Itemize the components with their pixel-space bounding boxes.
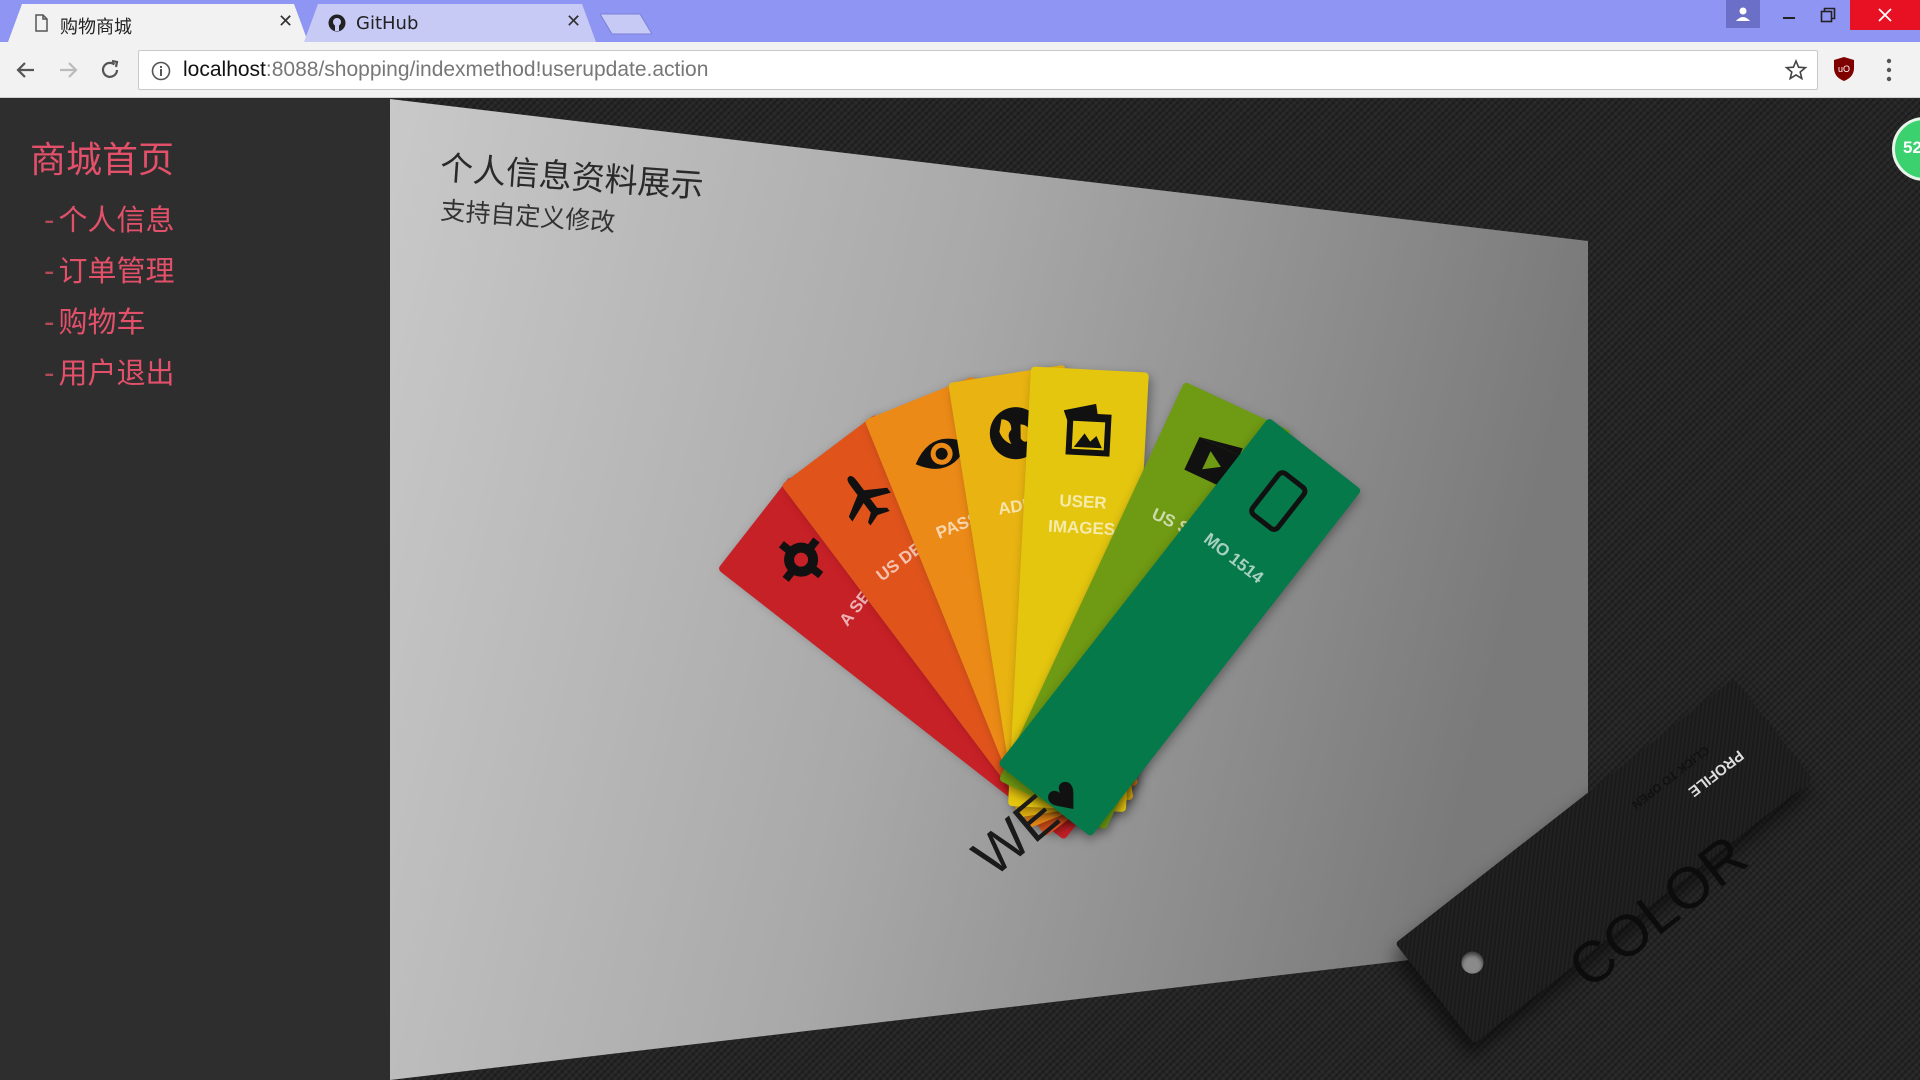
reload-icon — [101, 59, 119, 78]
color-swatch-fan: A SET US DEST PASS 96 ADD 辽 USER IMAGES … — [390, 99, 1813, 1080]
minimize-icon — [1783, 17, 1795, 19]
sidebar-item-label: 用户退出 — [58, 356, 175, 390]
dash: - — [44, 203, 55, 237]
info-icon[interactable] — [151, 61, 171, 81]
slogan-color: COLOR — [1556, 822, 1760, 1001]
sidebar-item-orders[interactable]: - 订单管理 — [44, 248, 174, 290]
tab-title: GitHub — [356, 13, 419, 34]
sidebar-title[interactable]: 商城首页 — [30, 131, 174, 183]
github-icon — [328, 14, 346, 32]
sidebar-item-cart[interactable]: - 购物车 — [44, 299, 145, 341]
tab-shape — [304, 4, 596, 42]
profile-panel: 个人信息资料展示 支持自定义修改 A SET US DEST PASS 96 A… — [390, 99, 1813, 1080]
back-button[interactable] — [12, 56, 40, 84]
restore-icon — [1820, 7, 1836, 23]
url-host: localhost — [183, 58, 266, 81]
person-icon — [1736, 7, 1750, 21]
tab-shopping[interactable]: 购物商城 ✕ — [8, 4, 308, 42]
tab-shape — [8, 4, 308, 42]
url-text: localhost:8088/shopping/indexmethod!user… — [183, 58, 708, 82]
close-icon — [1878, 8, 1892, 22]
sidebar-item-logout[interactable]: - 用户退出 — [44, 350, 174, 392]
page-icon — [35, 14, 48, 32]
ublock-extension-icon[interactable]: uO — [1832, 56, 1856, 82]
card-rivet — [1457, 947, 1488, 979]
close-tab-icon[interactable]: ✕ — [278, 13, 293, 31]
svg-text:uO: uO — [1838, 64, 1850, 74]
close-tab-icon[interactable]: ✕ — [566, 13, 581, 31]
arrow-left-icon — [16, 62, 34, 78]
forward-button[interactable] — [54, 56, 82, 84]
tab-github[interactable]: GitHub ✕ — [304, 4, 596, 42]
dash: - — [44, 254, 55, 288]
profile-card[interactable]: PROFILE CLICK TO OPEN COLOR — [1395, 678, 1813, 1045]
dash: - — [44, 356, 55, 390]
arrow-right-icon — [60, 62, 78, 78]
restore-button[interactable] — [1810, 0, 1846, 30]
new-tab-button[interactable] — [600, 12, 652, 36]
minimize-button[interactable] — [1772, 0, 1806, 30]
url-path: :8088/shopping/indexmethod!userupdate.ac… — [265, 58, 709, 81]
close-window-button[interactable] — [1850, 0, 1920, 30]
sidebar-item-label: 个人信息 — [58, 203, 175, 237]
address-bar[interactable]: localhost:8088/shopping/indexmethod!user… — [138, 50, 1818, 90]
badge-count: 52 — [1903, 138, 1920, 157]
tab-title: 购物商城 — [60, 17, 132, 38]
reload-button[interactable] — [96, 56, 124, 84]
image-icon — [1063, 403, 1112, 457]
profile-button[interactable] — [1726, 0, 1760, 28]
tab-strip: 购物商城 ✕ GitHub ✕ — [0, 0, 1920, 42]
menu-dots-icon[interactable] — [1884, 56, 1894, 84]
sidebar-item-label: 购物车 — [58, 305, 146, 339]
phone-icon — [1249, 470, 1308, 532]
dash: - — [44, 305, 55, 339]
floating-badge[interactable]: 52 — [1892, 117, 1920, 181]
bookmark-star-icon[interactable] — [1785, 59, 1807, 81]
browser-toolbar: localhost:8088/shopping/indexmethod!user… — [0, 42, 1920, 98]
sidebar-item-label: 订单管理 — [58, 254, 175, 288]
sidebar-item-profile[interactable]: - 个人信息 — [44, 197, 174, 239]
sidebar: 商城首页 - 个人信息 - 订单管理 - 购物车 - 用户退出 — [0, 99, 390, 1080]
page-content: 商城首页 - 个人信息 - 订单管理 - 购物车 - 用户退出 个人信息资料展示 支持自… — [0, 99, 1920, 1080]
